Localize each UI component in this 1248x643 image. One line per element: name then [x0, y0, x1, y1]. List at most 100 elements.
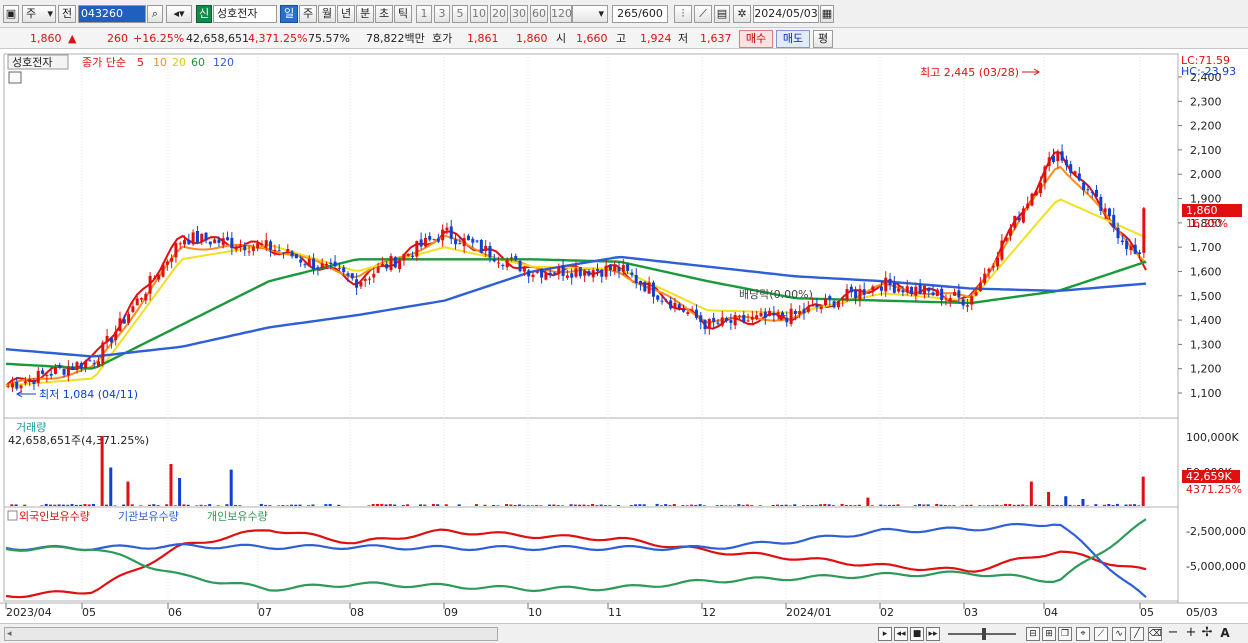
candle-body: [996, 257, 1000, 267]
candle-body: [441, 229, 445, 241]
x-tick-label: 04: [1044, 606, 1058, 619]
rewind-icon[interactable]: ◂◂: [894, 627, 908, 641]
count-button[interactable]: 60: [530, 5, 548, 23]
volume-bar: [569, 504, 573, 506]
volume-bar: [737, 504, 741, 506]
count-dropdown[interactable]: ▾: [572, 5, 608, 23]
candle-body: [286, 249, 290, 252]
candle-body: [488, 246, 492, 258]
trend-icon[interactable]: ⟋: [1094, 627, 1108, 641]
candle-body: [1000, 240, 1004, 260]
candle-body: [613, 265, 617, 272]
candle-body: [398, 259, 402, 269]
candle-body: [712, 317, 716, 322]
panel-split-icon[interactable]: ⊟: [1026, 627, 1040, 641]
volume-bar: [926, 504, 930, 506]
volume-bar: [672, 504, 676, 506]
turnover-rate: 75.57%: [308, 32, 350, 45]
candle-body: [1021, 208, 1025, 223]
volume-bar: [1124, 504, 1128, 506]
draw-line-icon[interactable]: ⟋: [694, 5, 712, 23]
gear-icon[interactable]: ✲: [733, 5, 751, 23]
candle-body: [858, 288, 862, 300]
save-icon[interactable]: ▤: [714, 5, 730, 23]
panel-merge-icon[interactable]: ⊞: [1042, 627, 1056, 641]
count-button[interactable]: 120: [550, 5, 572, 23]
price-tick-label: 2,100: [1190, 144, 1222, 157]
candle-body: [974, 292, 978, 296]
candle-body: [419, 239, 423, 247]
x-axis-right-label: 05/03: [1186, 606, 1218, 619]
candle-body: [492, 259, 496, 262]
zoom-out-icon[interactable]: −: [1166, 626, 1180, 641]
candle-body: [815, 304, 819, 308]
stock-code-input[interactable]: 043260: [78, 5, 146, 23]
count-button[interactable]: 3: [434, 5, 450, 23]
interval-tab[interactable]: 분: [356, 5, 374, 23]
volume-bar: [935, 503, 939, 506]
zoom-slider-handle[interactable]: [982, 628, 986, 640]
date-field[interactable]: 2024/05/03: [753, 5, 819, 23]
candle-body: [557, 266, 561, 274]
candle-type-icon[interactable]: ⫶: [674, 5, 692, 23]
volume-current-pct: 4371.25%: [1186, 483, 1242, 496]
candle-body: [1125, 240, 1129, 249]
period-type-select[interactable]: 주 ▾: [22, 5, 56, 23]
count-button[interactable]: 10: [470, 5, 488, 23]
table-toggle-icon[interactable]: [8, 71, 22, 84]
candle-body: [1047, 157, 1051, 167]
stock-name-field[interactable]: 성호전자: [213, 5, 277, 23]
speaker-icon[interactable]: ◂▾: [166, 5, 192, 23]
move-icon[interactable]: ✢: [1200, 626, 1214, 641]
stop-icon[interactable]: ■: [910, 627, 924, 641]
candle-body: [251, 246, 255, 251]
wave-icon[interactable]: ∿: [1112, 627, 1126, 641]
sell-button[interactable]: 매도: [776, 30, 810, 48]
candle-body: [647, 282, 651, 294]
eraser-icon[interactable]: ⌫: [1148, 627, 1162, 641]
calendar-icon[interactable]: ▦: [820, 5, 834, 23]
candle-body: [355, 279, 359, 288]
play-icon[interactable]: ▸: [878, 627, 892, 641]
evaluate-button[interactable]: 평: [813, 30, 833, 48]
volume-bar: [83, 504, 87, 506]
count-button[interactable]: 30: [510, 5, 528, 23]
window-menu-icon[interactable]: ▣: [3, 5, 19, 23]
interval-tab[interactable]: 틱: [394, 5, 412, 23]
interval-tab[interactable]: 초: [375, 5, 393, 23]
volume-bar: [771, 504, 775, 506]
volume-bar: [70, 504, 74, 506]
volume-bar: [961, 505, 965, 506]
holdings-toggle-icon[interactable]: [7, 510, 18, 521]
mode-button[interactable]: 전: [58, 5, 76, 23]
line-tool-icon[interactable]: ╱: [1130, 627, 1144, 641]
volume-bar: [509, 504, 513, 506]
candle-body: [505, 259, 509, 268]
count-button[interactable]: 5: [452, 5, 468, 23]
interval-tab[interactable]: 주: [299, 5, 317, 23]
zoom-in-icon[interactable]: +: [1184, 626, 1198, 641]
interval-tab[interactable]: 월: [318, 5, 336, 23]
candle-body: [277, 250, 281, 252]
interval-tab[interactable]: 일: [280, 5, 298, 23]
volume-bar: [969, 504, 973, 506]
volume-bar: [285, 505, 289, 506]
crosshair-icon[interactable]: ⌖: [1076, 627, 1090, 641]
candle-body: [247, 251, 251, 253]
search-icon[interactable]: ⌕: [147, 5, 163, 23]
buy-button[interactable]: 매수: [739, 30, 773, 48]
stock-chart[interactable]: 성호전자 종가 단순 5 10 20 60 120 2,4002,3002,20…: [0, 51, 1248, 623]
interval-tab[interactable]: 년: [337, 5, 355, 23]
horizontal-scrollbar[interactable]: ◂: [4, 627, 498, 641]
count-button[interactable]: 1: [416, 5, 432, 23]
candle-body: [1064, 159, 1068, 166]
fast-forward-icon[interactable]: ▸▸: [926, 627, 940, 641]
zoom-slider[interactable]: [948, 628, 1016, 640]
volume-bar: [23, 504, 27, 506]
count-button[interactable]: 20: [490, 5, 508, 23]
volume-bar: [483, 504, 487, 506]
font-size-icon[interactable]: A: [1218, 627, 1232, 641]
volume-bar: [526, 505, 530, 506]
scroll-left-icon[interactable]: ◂: [7, 629, 15, 639]
copy-icon[interactable]: ❐: [1058, 627, 1072, 641]
